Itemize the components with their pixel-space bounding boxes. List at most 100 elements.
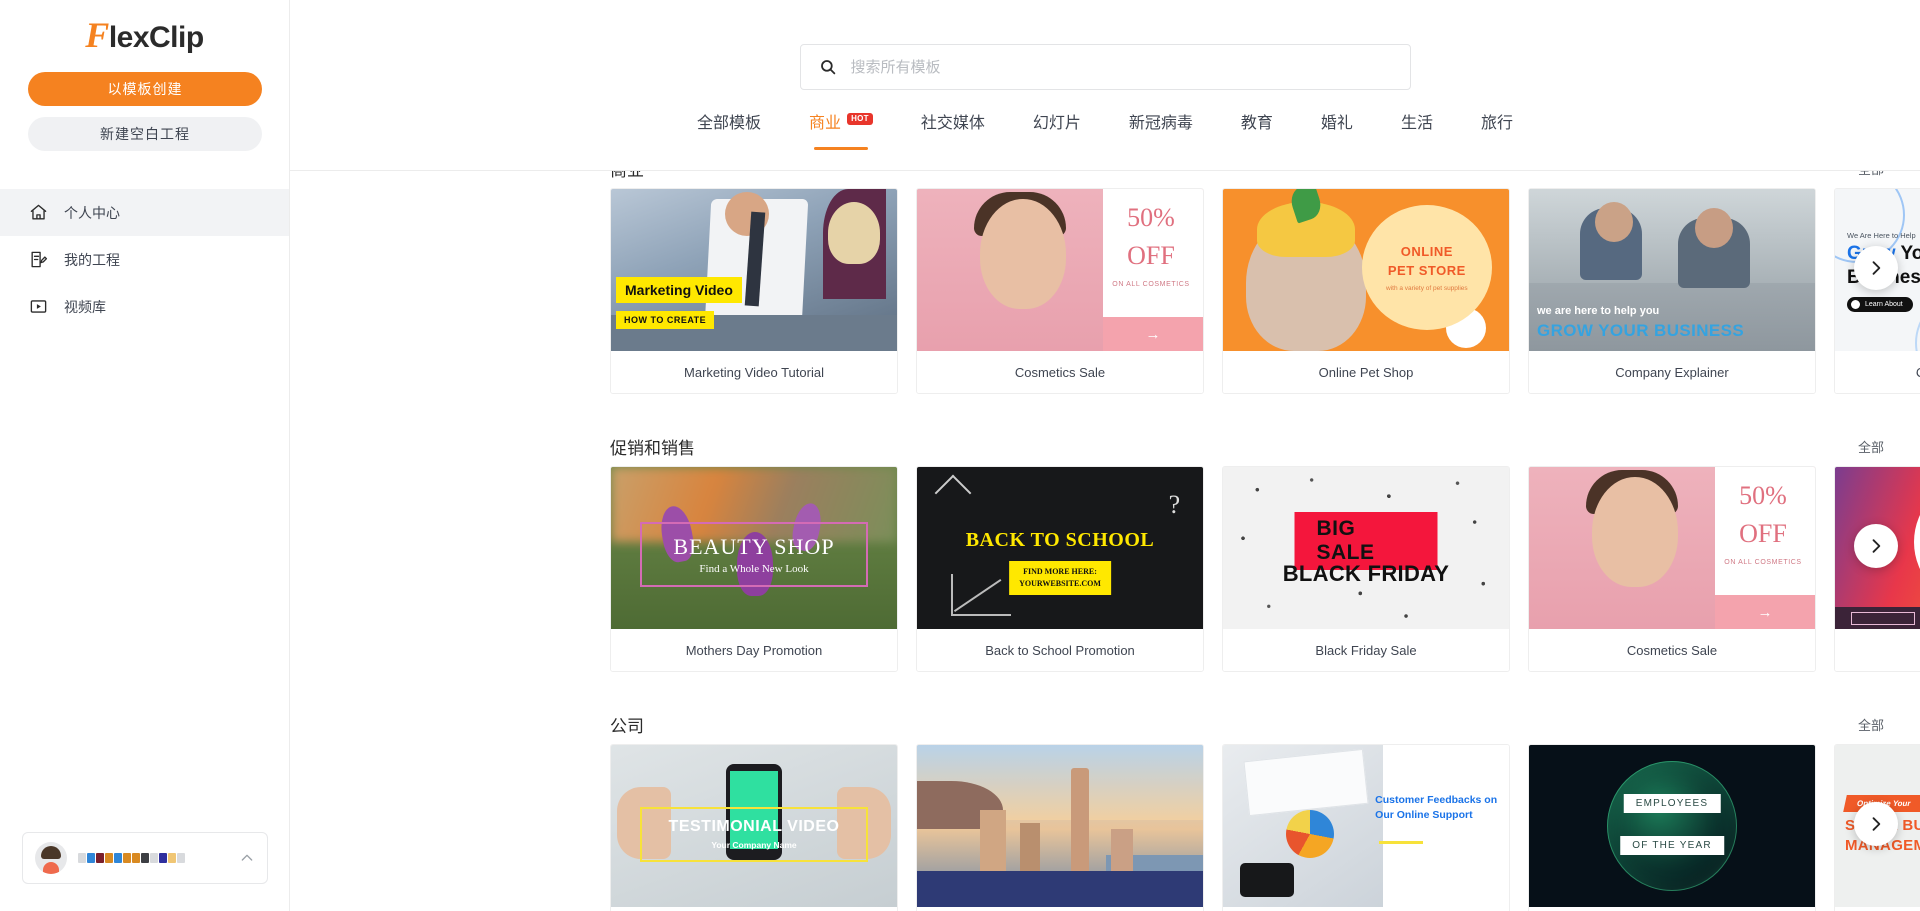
sidebar-item-label: 视频库 bbox=[64, 298, 106, 315]
thumb-overlay-line2b: Your bbox=[1900, 243, 1920, 264]
thumb-arrow-icon: → bbox=[1102, 317, 1203, 351]
logo[interactable]: FlexClip bbox=[0, 0, 289, 72]
template-card-label: Online Pet Shop bbox=[1223, 351, 1509, 393]
template-thumbnail: Marketing Video HOW TO CREATE bbox=[611, 189, 897, 351]
section-title: 公司 bbox=[610, 716, 644, 736]
template-thumbnail: ? BACK TO SCHOOL FIND MORE HERE: YOURWEB… bbox=[917, 467, 1203, 629]
template-card-label: Mothers Day Promotion bbox=[611, 629, 897, 671]
tab-label: 生活 bbox=[1400, 115, 1433, 132]
thumb-arrow-icon: → bbox=[1714, 595, 1815, 629]
user-profile-card[interactable] bbox=[22, 832, 268, 884]
thumb-overlay-line3: YOURWEBSITE.COM bbox=[1019, 578, 1101, 588]
template-thumbnail: ONLINE PET STORE with a variety of pet s… bbox=[1223, 189, 1509, 351]
tab-label: 全部模板 bbox=[697, 115, 762, 132]
tab-social-media[interactable]: 社交媒体 bbox=[897, 114, 1009, 150]
search-icon bbox=[820, 60, 835, 75]
tab-travel[interactable]: 旅行 bbox=[1457, 114, 1537, 150]
see-all-link[interactable]: 全部 bbox=[1858, 715, 1896, 734]
template-row: BEAUTY SHOP Find a Whole New Look Mother… bbox=[290, 466, 1920, 672]
template-card[interactable]: Marketing Video HOW TO CREATE Marketing … bbox=[610, 188, 898, 394]
sidebar: FlexClip 以模板创建 新建空白工程 个人中心 我的工程 视频库 bbox=[0, 0, 290, 911]
template-card[interactable] bbox=[916, 744, 1204, 911]
thumb-overlay-line2: FIND MORE HERE: bbox=[1023, 566, 1097, 576]
thumb-overlay-line1: we are here to help you bbox=[1537, 305, 1660, 317]
chevron-right-icon bbox=[1872, 261, 1881, 275]
template-card[interactable]: 50% OFF ON ALL COSMETICS → Cosmetics Sal… bbox=[916, 188, 1204, 394]
template-thumbnail: 50% OFF ON ALL COSMETICS → bbox=[917, 189, 1203, 351]
template-card[interactable]: BEAUTY SHOP Find a Whole New Look Mother… bbox=[610, 466, 898, 672]
thumb-overlay-line1: ONLINE bbox=[1400, 244, 1453, 260]
app-root: FlexClip 以模板创建 新建空白工程 个人中心 我的工程 视频库 搜索所有… bbox=[0, 0, 1920, 911]
template-card[interactable]: ONLINE PET STORE with a variety of pet s… bbox=[1222, 188, 1510, 394]
see-all-link[interactable]: 全部 bbox=[1858, 170, 1896, 178]
template-card[interactable]: HOT summer SALE Summer Sale bbox=[1834, 466, 1920, 672]
tab-all-templates[interactable]: 全部模板 bbox=[673, 114, 785, 150]
search-box[interactable] bbox=[799, 44, 1411, 90]
carousel-next-button[interactable] bbox=[1854, 524, 1898, 568]
thumb-overlay-line3: ON ALL COSMETICS bbox=[1724, 559, 1802, 566]
video-library-icon bbox=[28, 297, 48, 317]
home-icon bbox=[28, 203, 48, 223]
sidebar-item-my-projects[interactable]: 我的工程 bbox=[0, 236, 289, 283]
sidebar-actions: 以模板创建 新建空白工程 bbox=[0, 72, 289, 151]
sidebar-item-label: 个人中心 bbox=[64, 204, 120, 221]
create-from-template-button[interactable]: 以模板创建 bbox=[28, 72, 262, 106]
tab-label: 幻灯片 bbox=[1032, 115, 1081, 132]
chevron-right-icon bbox=[1872, 817, 1881, 831]
thumb-overlay-line1: 50% bbox=[1739, 481, 1787, 510]
hot-badge: HOT bbox=[847, 113, 873, 125]
thumb-overlay-line2: Find a Whole New Look bbox=[699, 562, 809, 575]
template-card[interactable]: EMPLOYEES OF THE YEAR bbox=[1528, 744, 1816, 911]
template-card[interactable]: We Are Here to Help Grow Your Business L… bbox=[1834, 188, 1920, 394]
template-card[interactable]: ? BACK TO SCHOOL FIND MORE HERE: YOURWEB… bbox=[916, 466, 1204, 672]
sidebar-item-personal-center[interactable]: 个人中心 bbox=[0, 189, 289, 236]
search-input[interactable] bbox=[850, 58, 1392, 76]
avatar bbox=[35, 842, 67, 874]
create-blank-project-button[interactable]: 新建空白工程 bbox=[28, 117, 262, 151]
tab-label: 教育 bbox=[1240, 115, 1273, 132]
template-scroll-area[interactable]: 商业 全部 Marketing Video HOW TO CREATE bbox=[290, 170, 1920, 911]
tab-wedding[interactable]: 婚礼 bbox=[1297, 114, 1377, 150]
user-name-glyphs bbox=[78, 850, 228, 866]
thumb-overlay-line1: Marketing Video bbox=[616, 277, 742, 303]
template-thumbnail bbox=[917, 745, 1203, 907]
template-card[interactable]: BIG SALE BLACK FRIDAY Black Friday Sale bbox=[1222, 466, 1510, 672]
chevron-up-icon[interactable] bbox=[239, 850, 255, 866]
template-card[interactable]: 50% OFF ON ALL COSMETICS → Cosmetics Sal… bbox=[1528, 466, 1816, 672]
carousel-next-button[interactable] bbox=[1854, 802, 1898, 846]
thumb-overlay-line3: with a variety of pet supplies bbox=[1386, 285, 1468, 293]
tab-label: 社交媒体 bbox=[920, 115, 985, 132]
thumb-overlay-line1: EMPLOYEES bbox=[1623, 793, 1721, 813]
search-area bbox=[290, 0, 1920, 90]
template-card[interactable]: TESTIMONIAL VIDEO Your Company Name bbox=[610, 744, 898, 911]
tab-label: 旅行 bbox=[1480, 115, 1513, 132]
see-all-link[interactable]: 全部 bbox=[1858, 437, 1896, 456]
thumb-overlay-line2: GROW YOUR BUSINESS bbox=[1537, 321, 1745, 340]
tab-life[interactable]: 生活 bbox=[1377, 114, 1457, 150]
template-row: TESTIMONIAL VIDEO Your Company Name Cust… bbox=[290, 744, 1920, 911]
carousel-next-button[interactable] bbox=[1854, 246, 1898, 290]
template-card-list: BEAUTY SHOP Find a Whole New Look Mother… bbox=[610, 466, 1920, 672]
sidebar-item-video-library[interactable]: 视频库 bbox=[0, 283, 289, 330]
sidebar-item-label: 我的工程 bbox=[64, 251, 120, 268]
template-card[interactable]: we are here to help you GROW YOUR BUSINE… bbox=[1528, 188, 1816, 394]
thumb-overlay-line2: OFF bbox=[1739, 519, 1787, 548]
template-card-label: Cosmetics Sale bbox=[1529, 629, 1815, 671]
edit-document-icon bbox=[28, 250, 48, 270]
section-promotions: 促销和销售 全部 BEAUTY SHOP Find a Whole New Lo… bbox=[290, 426, 1920, 672]
thumb-overlay-line2: OF THE YEAR bbox=[1620, 835, 1724, 855]
template-card-label: Marketing Video Tutorial bbox=[611, 351, 897, 393]
thumb-overlay-line3: ON ALL COSMETICS bbox=[1112, 281, 1190, 288]
template-card-list: Marketing Video HOW TO CREATE Marketing … bbox=[610, 188, 1920, 394]
tab-slideshow[interactable]: 幻灯片 bbox=[1009, 114, 1105, 150]
template-card-label bbox=[917, 907, 1203, 911]
template-card-label bbox=[1223, 907, 1509, 911]
template-row: Marketing Video HOW TO CREATE Marketing … bbox=[290, 188, 1920, 394]
section-title: 商业 bbox=[610, 170, 644, 180]
tab-education[interactable]: 教育 bbox=[1217, 114, 1297, 150]
tab-business[interactable]: 商业 HOT bbox=[785, 113, 897, 150]
thumb-overlay-line1: Customer Feedbacks on Our Online Support bbox=[1375, 794, 1498, 822]
template-card[interactable]: Customer Feedbacks on Our Online Support bbox=[1222, 744, 1510, 911]
tab-covid[interactable]: 新冠病毒 bbox=[1105, 114, 1217, 150]
tab-label: 商业 bbox=[809, 115, 842, 132]
